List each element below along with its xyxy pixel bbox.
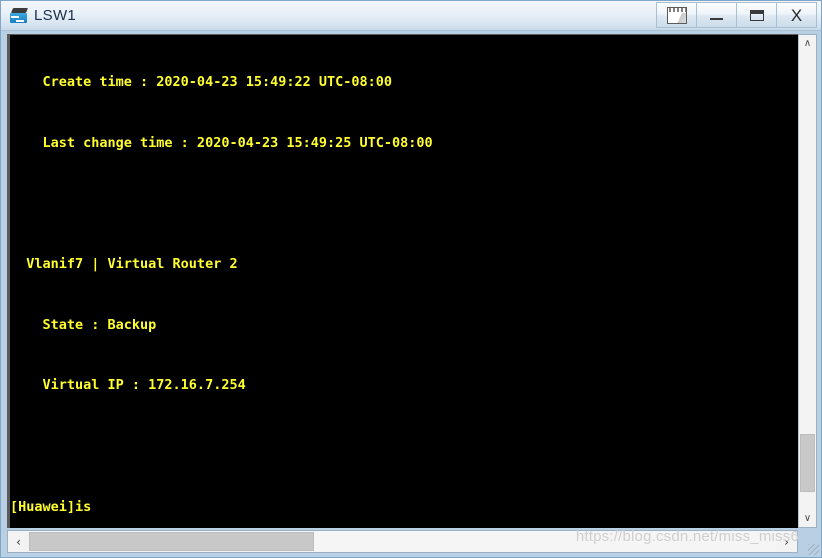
switch-icon xyxy=(9,6,29,26)
terminal-line: [Huawei]is xyxy=(10,498,92,515)
horizontal-scroll-thumb[interactable] xyxy=(29,532,314,551)
window-controls: X xyxy=(656,2,817,28)
terminal-line: State : Backup xyxy=(10,316,157,333)
scroll-left-arrow-icon[interactable]: ‹ xyxy=(8,531,29,552)
vertical-scroll-track[interactable] xyxy=(799,52,816,510)
terminal-row: Create time : 2020-04-23 15:49:22 UTC-08… xyxy=(7,34,817,528)
minimize-button[interactable] xyxy=(696,2,737,28)
window-client-area: Create time : 2020-04-23 15:49:22 UTC-08… xyxy=(1,31,821,557)
lsw1-window: LSW1 X Create time : 2020-04-23 15:49:22… xyxy=(0,0,822,558)
maximize-icon xyxy=(749,9,764,21)
close-icon: X xyxy=(790,5,803,25)
maximize-button[interactable] xyxy=(736,2,777,28)
close-button[interactable]: X xyxy=(776,2,817,28)
window-title: LSW1 xyxy=(34,7,77,24)
paste-button[interactable] xyxy=(656,2,697,28)
terminal-line: Create time : 2020-04-23 15:49:22 UTC-08… xyxy=(10,74,393,91)
window-titlebar[interactable]: LSW1 X xyxy=(1,1,821,31)
vertical-scrollbar[interactable]: ∧ ∨ xyxy=(798,34,817,528)
scroll-down-arrow-icon[interactable]: ∨ xyxy=(799,510,816,527)
scroll-right-arrow-icon[interactable]: › xyxy=(776,531,797,552)
paste-icon xyxy=(666,6,687,24)
terminal-line: Vlanif7 | Virtual Router 2 xyxy=(10,256,238,273)
horizontal-scrollbar[interactable]: ‹ › xyxy=(7,530,798,553)
vertical-scroll-thumb[interactable] xyxy=(800,434,815,492)
terminal-lines: Create time : 2020-04-23 15:49:22 UTC-08… xyxy=(10,35,798,528)
resize-grip[interactable] xyxy=(808,544,819,555)
horizontal-scroll-track[interactable] xyxy=(29,531,776,552)
terminal-line: Virtual IP : 172.16.7.254 xyxy=(10,377,246,394)
minimize-icon xyxy=(710,17,723,20)
terminal-output-panel[interactable]: Create time : 2020-04-23 15:49:22 UTC-08… xyxy=(7,34,798,528)
terminal-line: Last change time : 2020-04-23 15:49:25 U… xyxy=(10,135,433,151)
scroll-up-arrow-icon[interactable]: ∧ xyxy=(799,35,816,52)
